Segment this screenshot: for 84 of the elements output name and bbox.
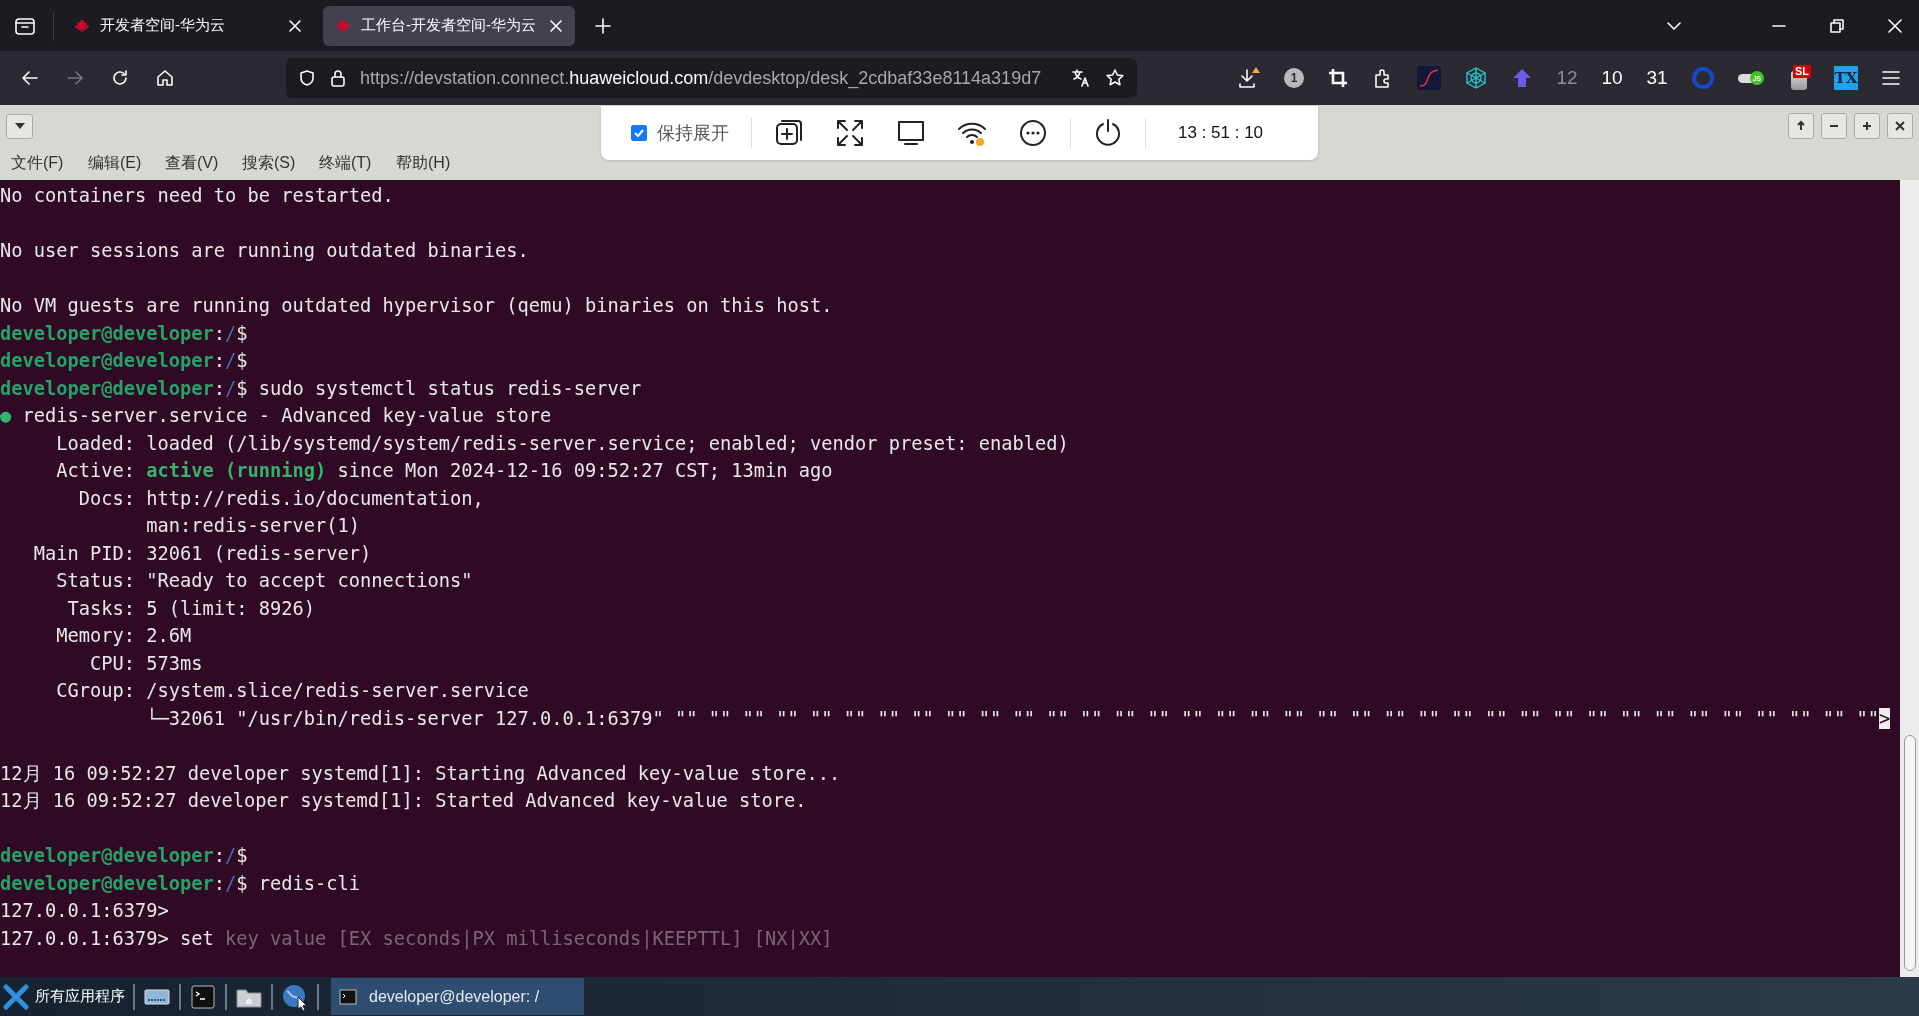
checkbox[interactable] — [631, 125, 647, 141]
terminal-line: └─32061 "/usr/bin/redis-server 127.0.0.1:6379" "" "" "" "" "" "" "" "" "" "" "" "" "" "" "" "" "" "" "" "" "" "" "" "" "" "" "" "" "" "" "" "" "" "" "" ""> — [145, 706, 1891, 731]
crop-icon[interactable] — [1327, 67, 1349, 89]
clock-text: 13 : 51 : 10 — [1178, 123, 1264, 143]
plus-icon — [1862, 120, 1872, 132]
plus-button[interactable] — [1854, 113, 1880, 139]
new-window-icon[interactable] — [774, 118, 804, 148]
chart-icon[interactable] — [1417, 66, 1441, 90]
back-arrow-icon[interactable] — [20, 68, 40, 88]
download-icon[interactable] — [1237, 66, 1261, 90]
minus-button[interactable] — [1821, 113, 1847, 139]
home-icon[interactable] — [155, 68, 175, 88]
terminal-line: developer@developer:/$ — [0, 349, 248, 373]
flower-logo-icon — [74, 17, 90, 34]
menu-item[interactable]: 查看(V) — [165, 153, 242, 174]
terminal-line: 12月 16 09:52:27 developer systemd[1]: Starting Advanced key-value store... — [0, 761, 841, 786]
terminal-icon[interactable] — [189, 982, 217, 1011]
terminal-line: No user sessions are running outdated binaries. — [0, 239, 529, 263]
fullscreen-icon[interactable] — [835, 118, 865, 148]
terminal-line: Docs: http://redis.io/documentation, — [77, 486, 484, 511]
menu-item[interactable]: 编辑(E) — [88, 153, 165, 174]
translate-icon[interactable] — [1071, 68, 1091, 88]
terminal-line: Tasks: 5 (limit: 8926) — [66, 596, 316, 621]
menu-item[interactable]: 文件(F) — [11, 153, 88, 174]
terminal-line: CGroup: /system.slice/redis-server.service — [55, 679, 529, 703]
dropdown-button[interactable] — [6, 113, 33, 139]
x-logo-icon[interactable] — [3, 983, 29, 1010]
terminal-line: developer@developer:/$ — [0, 844, 248, 868]
badge-icon[interactable]: 1 — [1284, 68, 1304, 88]
terminal-line: ● redis-server.service - Advanced key-value store — [0, 404, 552, 428]
star-icon[interactable] — [1105, 68, 1125, 88]
menu-item[interactable]: 搜索(S) — [242, 153, 319, 174]
lock-icon[interactable] — [330, 69, 346, 87]
terminal-line: man:redis-server(1) — [145, 514, 361, 538]
power-icon[interactable] — [1093, 118, 1123, 148]
scrollbar[interactable] — [1900, 180, 1919, 977]
restore-icon[interactable] — [1829, 17, 1845, 34]
browser-tab[interactable]: 开发者空间-华为云 — [62, 5, 314, 46]
url-text: https://devstation.connect.huaweicloud.com/devdesktop/desk_2cdbaf33e8114a319d7 — [360, 67, 1043, 89]
web-icon[interactable] — [1464, 66, 1488, 90]
terminal-line: No containers need to be restarted. — [0, 184, 394, 208]
close-icon[interactable] — [549, 18, 563, 33]
caret-icon — [14, 123, 25, 129]
terminal-line: Status: "Ready to accept connections" — [55, 569, 473, 593]
close-icon — [1895, 120, 1905, 132]
close-icon[interactable] — [1887, 17, 1903, 34]
more-icon[interactable] — [1018, 118, 1048, 148]
square-logo-icon[interactable]: TX — [1834, 66, 1858, 90]
terminal-line: 127.0.0.1:6379> set key value [EX seconds|PX milliseconds|KEEPTTL] [NX|XX] — [0, 926, 833, 952]
terminal-line: developer@developer:/$ sudo systemctl status redis-server — [0, 376, 642, 401]
forward-arrow-icon[interactable] — [65, 68, 85, 88]
terminal-icon — [339, 987, 357, 1006]
taskbar-window-button[interactable]: developer@developer: / — [331, 978, 584, 1015]
scroll-up-button[interactable] — [1788, 113, 1814, 139]
terminal-line: Active: active (running) since Mon 2024-12-16 09:52:27 CST; 13min ago — [55, 459, 833, 483]
close-button[interactable] — [1887, 113, 1913, 139]
monitor-icon[interactable] — [896, 118, 926, 148]
reload-icon[interactable] — [110, 68, 130, 88]
checkbox-label: 保持展开 — [657, 122, 729, 145]
counter-text[interactable]: 31 — [1646, 67, 1668, 89]
terminal-line: developer@developer:/$ redis-cli — [0, 871, 361, 896]
counter-text[interactable]: 10 — [1601, 67, 1623, 89]
terminal-line: Loaded: loaded (/lib/systemd/system/redis-server.service; enabled; vendor preset: enabled) — [55, 431, 1069, 456]
scroll-up-icon — [1796, 120, 1806, 132]
terminal-line: 12月 16 09:52:27 developer systemd[1]: Started Advanced key-value store. — [0, 789, 807, 813]
terminal-line: 127.0.0.1:6379> — [0, 899, 169, 923]
terminal-line: No VM guests are running outdated hypervisor (qemu) binaries on this host. — [0, 294, 833, 318]
terminal-line: Memory: 2.6M — [55, 624, 192, 648]
address-bar[interactable]: https://devstation.connect.huaweicloud.com/devdesktop/desk_2cdbaf33e8114a319d7 — [286, 58, 1137, 98]
start-menu-label[interactable]: 所有应用程序 — [35, 987, 125, 1006]
terminal-line: Main PID: 32061 (redis-server) — [32, 541, 372, 566]
menu-item[interactable]: 帮助(H) — [396, 153, 473, 174]
terminal-line: developer@developer:/$ — [0, 321, 248, 346]
new-tab-icon[interactable] — [594, 16, 612, 35]
counter-text[interactable]: 12 — [1556, 67, 1578, 89]
browser-tab[interactable]: 工作台-开发者空间-华为云 — [323, 5, 575, 46]
shield-icon[interactable] — [298, 69, 316, 87]
globe-icon[interactable] — [281, 982, 309, 1011]
menu-icon[interactable] — [1881, 68, 1901, 88]
menu-item[interactable]: 终端(T) — [319, 153, 396, 174]
up-arrow-icon[interactable] — [1511, 67, 1533, 89]
close-icon[interactable] — [288, 18, 302, 33]
flower-logo-icon — [335, 17, 351, 34]
terminal-line: CPU: 573ms — [89, 651, 203, 676]
